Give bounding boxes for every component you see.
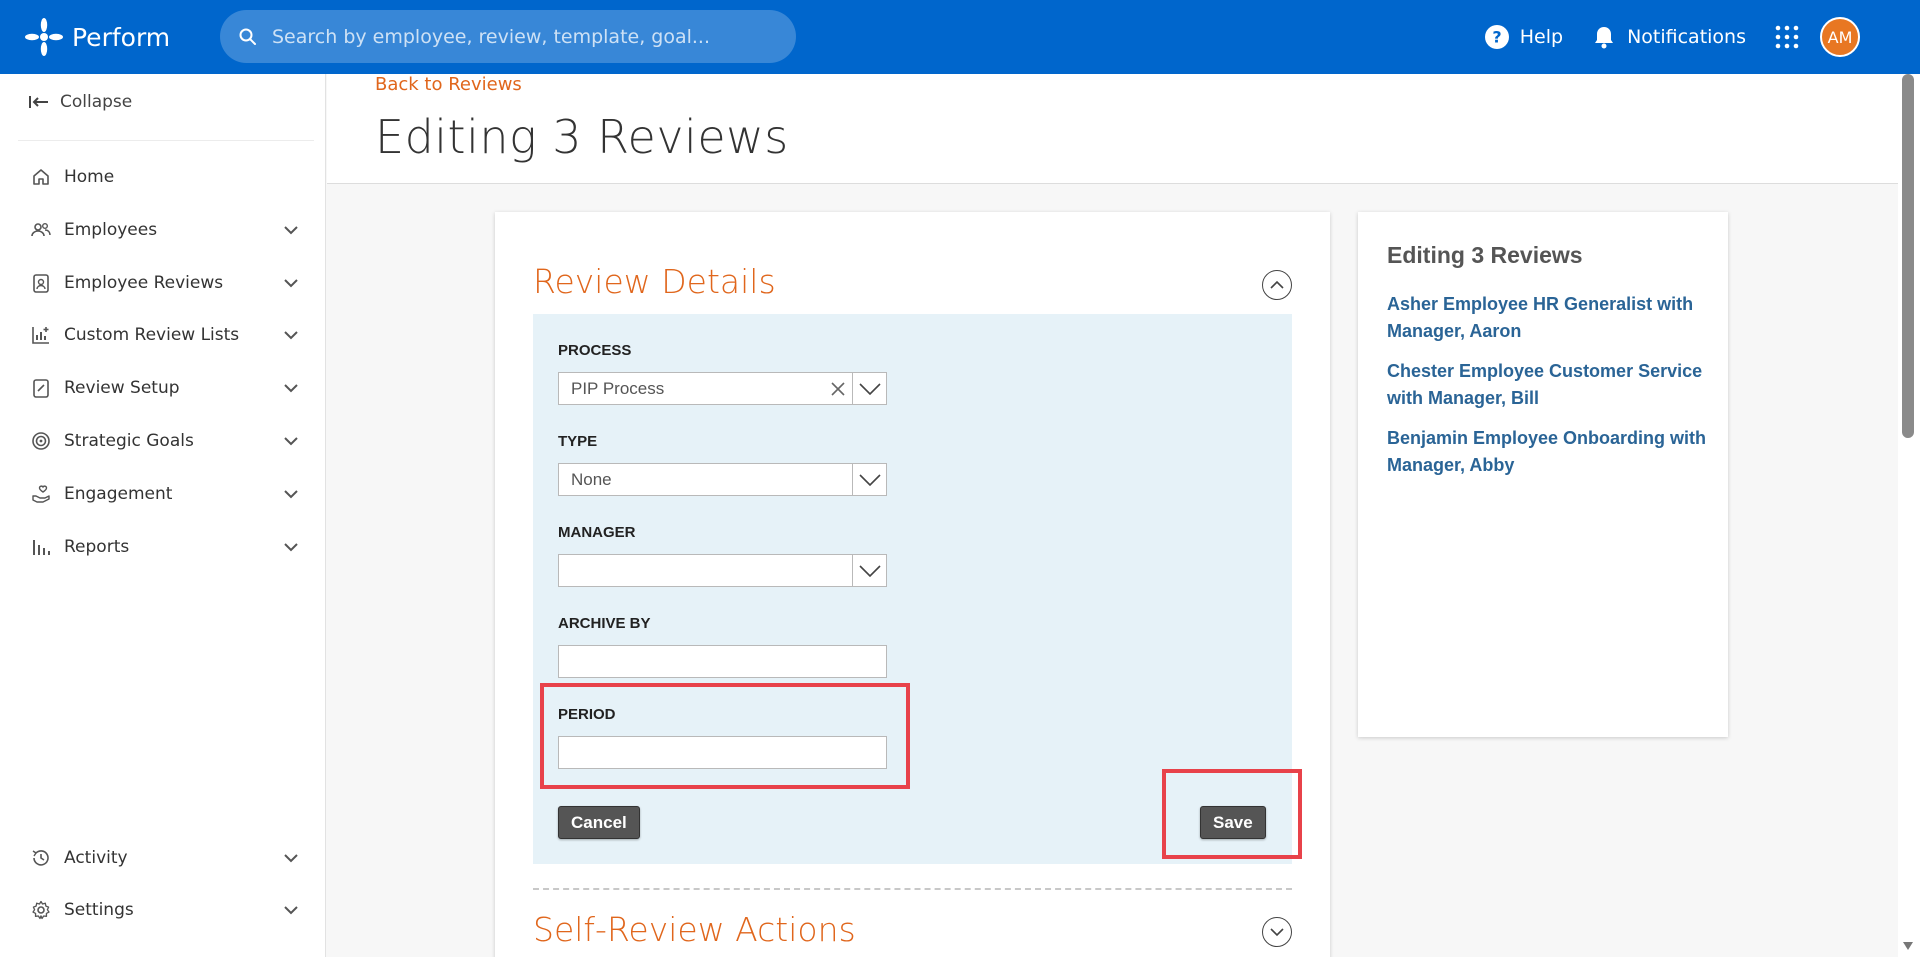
sidebar-item-settings[interactable]: Settings: [30, 890, 300, 930]
archive-by-input[interactable]: [558, 645, 887, 678]
notifications-button[interactable]: Notifications: [1591, 24, 1746, 50]
history-icon: [30, 847, 52, 869]
chevron-down-icon[interactable]: [282, 221, 300, 239]
collapse-button[interactable]: Collapse: [28, 92, 132, 112]
manager-label: MANAGER: [558, 524, 636, 541]
top-right-actions: ? Help Notifications AM: [1484, 0, 1920, 74]
self-review-actions-expand-toggle[interactable]: [1262, 917, 1292, 947]
type-value: None: [571, 469, 612, 489]
brand-logo[interactable]: Perform: [20, 13, 170, 61]
process-label: PROCESS: [558, 342, 632, 359]
clear-icon[interactable]: [824, 381, 852, 397]
review-link[interactable]: Asher Employee HR Generalist with Manage…: [1387, 291, 1707, 345]
bar-chart-icon: [30, 536, 52, 558]
sidebar-item-reports[interactable]: Reports: [30, 527, 300, 567]
help-icon: ?: [1484, 25, 1509, 49]
search-icon: [239, 28, 256, 45]
apps-grid-icon[interactable]: [1774, 24, 1800, 50]
chevron-down-icon[interactable]: [282, 538, 300, 556]
period-highlight-box: [540, 683, 910, 789]
sidebar-item-strategic-goals[interactable]: Strategic Goals: [30, 421, 300, 461]
sidebar-item-label: Activity: [64, 848, 128, 868]
sidebar-divider: [18, 140, 314, 141]
review-details-collapse-toggle[interactable]: [1262, 270, 1292, 300]
review-link[interactable]: Benjamin Employee Onboarding with Manage…: [1387, 425, 1707, 479]
help-button[interactable]: ? Help: [1484, 24, 1563, 50]
perform-logo-icon: [25, 18, 63, 56]
brand-name: Perform: [72, 22, 171, 52]
sidebar-item-label: Strategic Goals: [64, 431, 194, 451]
top-bar: Perform ? Help Notifications: [0, 0, 1920, 74]
edit-reviews-card: Review Details PROCESS PIP Process TYPE …: [495, 212, 1330, 957]
review-details-title: Review Details: [533, 262, 776, 301]
archive-by-label: ARCHIVE BY: [558, 615, 651, 632]
back-to-reviews-link[interactable]: Back to Reviews: [375, 74, 522, 95]
sidebar-item-employees[interactable]: Employees: [30, 210, 300, 250]
clipboard-check-icon: [30, 377, 52, 399]
sidebar: Collapse Home Employees Employee Reviews…: [0, 74, 326, 957]
chevron-down-icon[interactable]: [282, 485, 300, 503]
clipboard-user-icon: [30, 272, 52, 294]
chevron-up-icon: [1270, 280, 1284, 289]
review-link[interactable]: Chester Employee Customer Service with M…: [1387, 358, 1707, 412]
chevron-down-icon[interactable]: [282, 326, 300, 344]
global-search[interactable]: [220, 10, 796, 63]
chevron-down-icon[interactable]: [852, 373, 886, 404]
sidebar-item-home[interactable]: Home: [30, 157, 300, 197]
collapse-label: Collapse: [60, 92, 133, 112]
sidebar-item-engagement[interactable]: Engagement: [30, 474, 300, 514]
sidebar-item-activity[interactable]: Activity: [30, 838, 300, 878]
process-select[interactable]: PIP Process: [558, 372, 887, 405]
sidebar-item-label: Review Setup: [64, 378, 180, 398]
chevron-down-icon: [1270, 928, 1284, 937]
section-divider: [533, 888, 1292, 890]
editing-summary-panel: Editing 3 Reviews Asher Employee HR Gene…: [1358, 212, 1728, 737]
page-header: Back to Reviews Editing 3 Reviews: [327, 74, 1898, 184]
sidebar-item-label: Custom Review Lists: [64, 325, 240, 345]
chevron-down-icon[interactable]: [852, 464, 886, 495]
self-review-actions-title: Self-Review Actions: [533, 910, 856, 949]
collapse-arrow-icon: [29, 96, 48, 108]
home-icon: [30, 166, 52, 188]
chevron-down-icon[interactable]: [282, 379, 300, 397]
scroll-down-arrow-icon[interactable]: [1903, 942, 1913, 950]
gear-icon: [30, 899, 52, 921]
sidebar-item-label: Settings: [64, 900, 134, 920]
sidebar-item-label: Engagement: [64, 484, 173, 504]
manager-select[interactable]: [558, 554, 887, 587]
chevron-down-icon[interactable]: [282, 274, 300, 292]
sidebar-item-label: Employee Reviews: [64, 273, 224, 293]
sidebar-item-employee-reviews[interactable]: Employee Reviews: [30, 263, 300, 303]
type-label: TYPE: [558, 433, 598, 450]
people-icon: [30, 219, 52, 241]
chevron-down-icon[interactable]: [282, 849, 300, 867]
sidebar-item-custom-review-lists[interactable]: Custom Review Lists: [30, 315, 300, 355]
process-value: PIP Process: [571, 378, 665, 398]
help-label: Help: [1519, 26, 1564, 48]
chevron-down-icon[interactable]: [852, 555, 886, 586]
scrollbar-thumb[interactable]: [1902, 74, 1914, 438]
user-avatar[interactable]: AM: [1820, 17, 1860, 57]
chevron-down-icon[interactable]: [282, 432, 300, 450]
page-title: Editing 3 Reviews: [375, 110, 789, 164]
sidebar-item-label: Home: [64, 167, 115, 187]
sidebar-item-label: Reports: [64, 537, 130, 557]
chevron-down-icon[interactable]: [282, 901, 300, 919]
search-input[interactable]: [272, 25, 752, 48]
chart-plus-icon: [30, 324, 52, 346]
bell-icon: [1595, 27, 1614, 49]
hand-heart-icon: [30, 483, 52, 505]
notifications-label: Notifications: [1627, 26, 1746, 48]
summary-title: Editing 3 Reviews: [1387, 242, 1583, 268]
sidebar-item-review-setup[interactable]: Review Setup: [30, 368, 300, 408]
cancel-button[interactable]: Cancel: [558, 806, 640, 839]
target-icon: [30, 430, 52, 452]
sidebar-item-label: Employees: [64, 220, 158, 240]
svg-text:?: ?: [1492, 28, 1501, 47]
type-select[interactable]: None: [558, 463, 887, 496]
save-highlight-box: [1162, 769, 1302, 859]
